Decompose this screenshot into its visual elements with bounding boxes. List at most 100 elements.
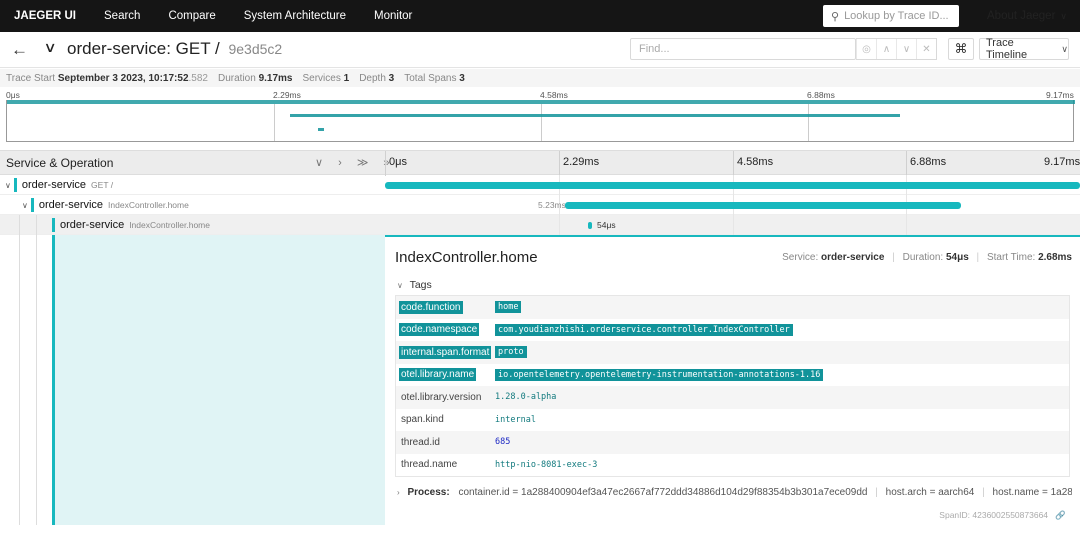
trace-start-label: Trace Start <box>6 72 56 84</box>
detail-operation-title: IndexController.home <box>395 249 538 266</box>
tag-row[interactable]: internal.span.format proto <box>396 341 1069 364</box>
service-value: order-service <box>821 252 885 263</box>
process-section-toggle[interactable]: › Process: container.id = 1a288400904ef3… <box>397 487 1072 498</box>
view-select[interactable]: Trace Timeline ∨ <box>979 37 1069 61</box>
span-service: order-service <box>60 219 125 231</box>
tag-value: internal <box>495 414 536 425</box>
minimap-tick: 4.58ms <box>540 90 568 100</box>
minimap-tick: 6.88ms <box>807 90 835 100</box>
minimap-tick: 9.17ms <box>1046 90 1074 100</box>
selected-span-indicator <box>52 235 385 525</box>
brand-logo[interactable]: JAEGER UI <box>0 10 90 22</box>
nav-monitor[interactable]: Monitor <box>360 10 426 22</box>
find-placeholder: Find... <box>639 43 670 55</box>
collapse-chevron-icon[interactable]: ∨ <box>43 39 56 56</box>
trace-minimap[interactable] <box>6 100 1075 142</box>
expand-collapse-controls[interactable]: ∨ › ≫ » <box>315 156 396 169</box>
trace-id-lookup-input[interactable]: ⚲ Lookup by Trace ID... <box>823 5 959 27</box>
find-input[interactable]: Find... <box>630 38 856 60</box>
span-row-selected[interactable]: order-service IndexController.home 54μs <box>0 215 1080 235</box>
tag-row[interactable]: code.function home <box>396 296 1069 319</box>
tag-row[interactable]: thread.id 685 <box>396 431 1069 454</box>
trace-title-text: order-service: GET / <box>67 39 220 58</box>
back-arrow-icon[interactable]: ← <box>11 40 28 60</box>
grid-line <box>733 151 734 176</box>
span-operation: IndexController.home <box>129 220 210 230</box>
minimap-span-bar <box>290 114 900 117</box>
trace-summary: Trace Start September 3 2023, 10:17:52.5… <box>0 69 1080 87</box>
process-item: host.arch = aarch64 <box>885 487 975 498</box>
minimap-span-bar <box>318 128 324 131</box>
span-name-cell[interactable]: ∨ order-service GET / <box>0 175 385 195</box>
tags-table: code.function home code.namespace com.yo… <box>395 295 1070 477</box>
tag-key: internal.span.format <box>399 345 492 359</box>
chevron-down-icon[interactable]: ∨ <box>5 181 11 190</box>
minimap-grid-line <box>274 104 275 141</box>
tag-value: proto <box>495 346 527 359</box>
tag-key: code.namespace <box>399 323 480 337</box>
timeline-tick: 4.58ms <box>737 156 774 168</box>
locate-icon[interactable]: ◎ <box>856 39 876 59</box>
span-row[interactable]: ∨ order-service GET / <box>0 175 1080 195</box>
detail-meta: Service: order-service | Duration: 54μs … <box>782 252 1072 263</box>
span-id-value: 4236002550873664 <box>972 510 1049 520</box>
total-spans-value: 3 <box>459 72 465 84</box>
service-operation-title: Service & Operation <box>6 156 114 170</box>
clear-search-icon[interactable]: ✕ <box>916 39 936 59</box>
nav-compare[interactable]: Compare <box>154 10 229 22</box>
span-name-cell[interactable]: order-service IndexController.home <box>0 215 385 235</box>
tag-row[interactable]: span.kind internal <box>396 409 1069 432</box>
tag-key: otel.library.version <box>401 391 482 403</box>
chevron-down-icon[interactable]: ∨ <box>22 201 28 210</box>
tag-value: io.opentelemetry.opentelemetry-instrumen… <box>495 368 824 381</box>
depth-label: Depth <box>359 72 386 84</box>
minimap-ticks: 0μs 2.29ms 4.58ms 6.88ms 9.17ms <box>0 88 1080 100</box>
timeline-header: Service & Operation ∨ › ≫ » 0μs 2.29ms 4… <box>0 150 1080 176</box>
span-bar[interactable] <box>564 202 961 209</box>
tag-row[interactable]: code.namespace com.youdianzhishi.orderse… <box>396 319 1069 342</box>
trace-page-header: ← ∨ order-service: GET / 9e3d5c2 Find...… <box>0 32 1080 68</box>
trace-id: 9e3d5c2 <box>228 41 283 57</box>
chevron-down-icon: ∨ <box>1061 43 1068 54</box>
tag-row[interactable]: thread.name http-nio-8081-exec-3 <box>396 454 1069 477</box>
divider[interactable] <box>385 151 386 176</box>
timeline-tick: 6.88ms <box>910 156 947 168</box>
total-spans-label: Total Spans <box>404 72 457 84</box>
trace-services: Services 1 <box>303 73 350 84</box>
span-bar[interactable] <box>385 182 1080 189</box>
trace-total-spans: Total Spans 3 <box>404 73 465 84</box>
tag-row[interactable]: otel.library.name io.opentelemetry.opent… <box>396 364 1069 387</box>
span-operation: IndexController.home <box>108 200 189 210</box>
indent-line <box>19 215 20 525</box>
timeline-tick: 0μs <box>389 156 407 168</box>
span-name-cell[interactable]: ∨ order-service IndexController.home <box>0 195 385 215</box>
tag-value: 1.28.0-alpha <box>495 392 557 403</box>
span-detail-panel: IndexController.home Service: order-serv… <box>385 235 1080 525</box>
prev-match-icon[interactable]: ∧ <box>876 39 896 59</box>
span-duration-label: 5.23ms <box>538 200 566 210</box>
link-icon[interactable]: 🔗 <box>1055 510 1066 520</box>
grid-line <box>559 215 560 235</box>
view-select-value: Trace Timeline <box>986 37 1028 61</box>
tags-title: Tags <box>409 279 432 291</box>
minimap-grid-line <box>808 104 809 141</box>
keyboard-shortcuts-button[interactable]: ⌘ <box>948 38 974 60</box>
about-jaeger-menu[interactable]: About Jaeger ∨ <box>987 0 1067 32</box>
tags-section-toggle[interactable]: ∨ Tags <box>397 279 432 291</box>
trace-title: order-service: GET / 9e3d5c2 <box>67 39 282 59</box>
services-value: 1 <box>343 72 350 84</box>
next-match-icon[interactable]: ∨ <box>896 39 916 59</box>
minimap-tick: 2.29ms <box>273 90 301 100</box>
tag-value: 685 <box>495 437 511 448</box>
nav-system-architecture[interactable]: System Architecture <box>230 10 360 22</box>
tag-row[interactable]: otel.library.version 1.28.0-alpha <box>396 386 1069 409</box>
span-id-label: SpanID: <box>939 510 971 520</box>
nav-search[interactable]: Search <box>90 10 154 22</box>
tag-key: thread.name <box>401 459 458 471</box>
service-color-mark <box>13 178 17 192</box>
span-bar[interactable] <box>588 222 593 229</box>
services-label: Services <box>302 72 341 84</box>
lookup-placeholder: Lookup by Trace ID... <box>844 10 949 22</box>
trace-start-value: September 3 2023, 10:17:52 <box>57 72 189 84</box>
span-row[interactable]: ∨ order-service IndexController.home 5.2… <box>0 195 1080 215</box>
